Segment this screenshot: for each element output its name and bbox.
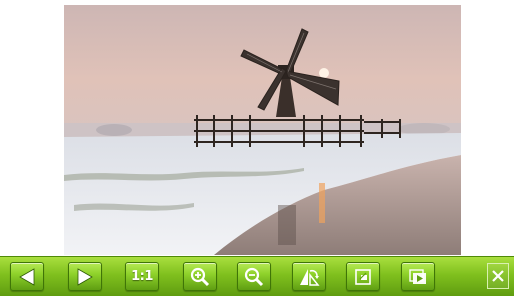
slideshow-button[interactable] xyxy=(401,262,435,291)
next-button[interactable] xyxy=(68,262,102,291)
zoom-in-icon xyxy=(190,267,210,286)
arrow-right-icon xyxy=(77,267,93,286)
zoom-in-button[interactable] xyxy=(183,262,217,291)
photo-display[interactable] xyxy=(64,5,461,255)
arrow-left-icon xyxy=(19,267,35,286)
fit-to-screen-button[interactable] xyxy=(346,262,380,291)
actual-size-button[interactable]: 1:1 xyxy=(125,262,159,291)
rotate-button[interactable] xyxy=(292,262,326,291)
previous-button[interactable] xyxy=(10,262,44,291)
bottom-toolbar: 1:1 xyxy=(0,256,514,296)
fit-screen-icon xyxy=(355,268,371,285)
zoom-out-icon xyxy=(244,267,264,286)
actual-size-label: 1:1 xyxy=(131,269,153,284)
rotate-icon xyxy=(300,268,320,286)
close-button[interactable] xyxy=(487,263,509,289)
image-viewer xyxy=(0,0,514,256)
zoom-out-button[interactable] xyxy=(237,262,271,291)
close-icon xyxy=(492,270,504,282)
slideshow-icon xyxy=(409,268,426,284)
